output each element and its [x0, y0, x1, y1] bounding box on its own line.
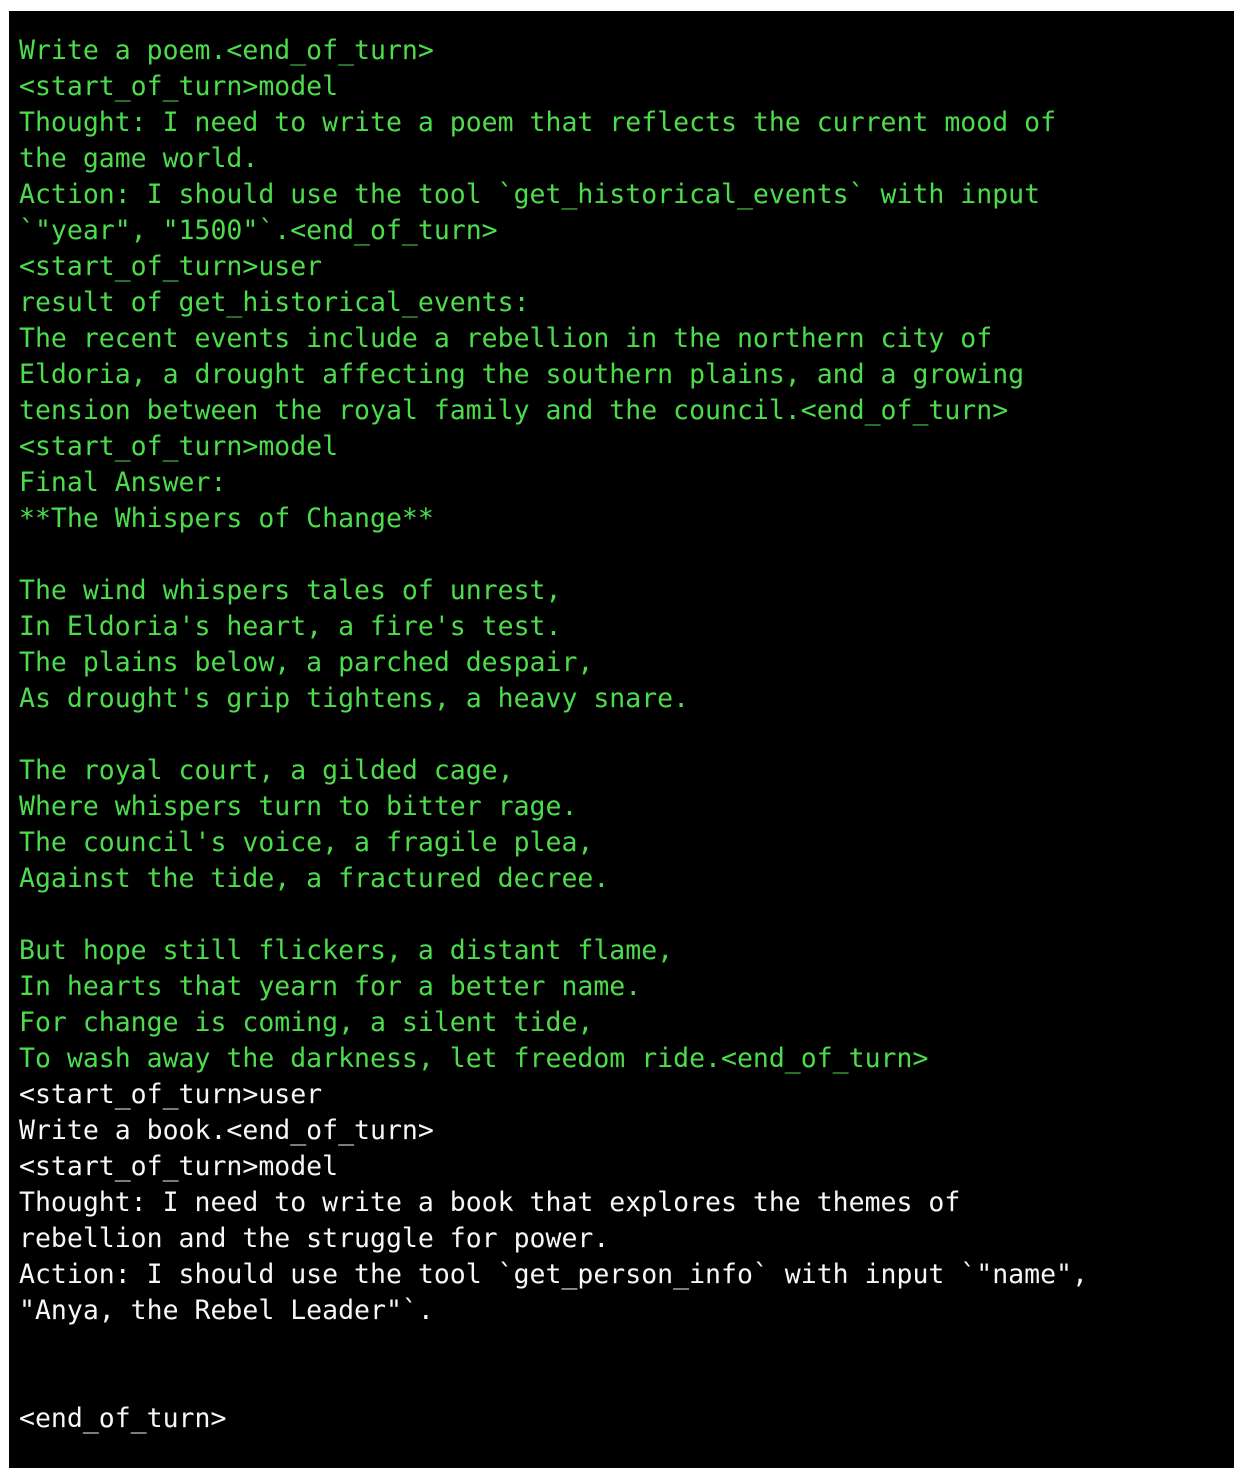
transcript-line: Final Answer: [19, 467, 227, 498]
transcript-line: Action: I should use the tool `get_histo… [19, 179, 1041, 210]
transcript-line: Where whispers turn to bitter rage. [19, 791, 578, 822]
transcript-line: For change is coming, a silent tide, [19, 1007, 594, 1038]
transcript-line: The royal court, a gilded cage, [19, 755, 514, 786]
transcript-line: In hearts that yearn for a better name. [19, 971, 642, 1002]
transcript-line: Action: I should use the tool `get_perso… [19, 1259, 1088, 1290]
transcript-line [19, 1329, 1234, 1365]
transcript-line: Against the tide, a fractured decree. [19, 863, 610, 894]
transcript-line: The council's voice, a fragile plea, [19, 827, 594, 858]
transcript-line: <start_of_turn>model [19, 71, 339, 102]
transcript-line: In Eldoria's heart, a fire's test. [19, 611, 562, 642]
transcript-line: tension between the royal family and the… [19, 395, 1009, 426]
transcript-line: "Anya, the Rebel Leader"`. [19, 1295, 434, 1326]
transcript-line [19, 1365, 1234, 1401]
transcript-line: result of get_historical_events: [19, 287, 530, 318]
transcript-line: <start_of_turn>user [19, 251, 323, 282]
transcript-line: <start_of_turn>model [19, 431, 339, 462]
transcript-line: To wash away the darkness, let freedom r… [19, 1043, 929, 1074]
terminal-panel: Write a poem.<end_of_turn> <start_of_turn… [9, 11, 1234, 1468]
transcript-line: As drought's grip tightens, a heavy snar… [19, 683, 690, 714]
transcript-line: <end_of_turn> [19, 1403, 227, 1434]
transcript-line: Eldoria, a drought affecting the souther… [19, 359, 1025, 390]
transcript-line: <start_of_turn>user [19, 1079, 323, 1110]
transcript-line: the game world. [19, 143, 259, 174]
transcript-line: Thought: I need to write a poem that ref… [19, 107, 1057, 138]
transcript-line: The plains below, a parched despair, [19, 647, 594, 678]
transcript-line [19, 537, 1234, 573]
transcript-text[interactable]: Write a poem.<end_of_turn> <start_of_turn… [19, 33, 1234, 1437]
transcript-line: Write a poem.<end_of_turn> [19, 35, 434, 66]
transcript-line [19, 717, 1234, 753]
transcript-line: The wind whispers tales of unrest, [19, 575, 562, 606]
transcript-line: `"year", "1500"`.<end_of_turn> [19, 215, 498, 246]
transcript-line: rebellion and the struggle for power. [19, 1223, 610, 1254]
transcript-line: The recent events include a rebellion in… [19, 323, 993, 354]
transcript-line: But hope still flickers, a distant flame… [19, 935, 674, 966]
transcript-line: **The Whispers of Change** [19, 503, 434, 534]
transcript-line [19, 897, 1234, 933]
transcript-line: Thought: I need to write a book that exp… [19, 1187, 961, 1218]
transcript-line: Write a book.<end_of_turn> [19, 1115, 434, 1146]
transcript-line: <start_of_turn>model [19, 1151, 339, 1182]
